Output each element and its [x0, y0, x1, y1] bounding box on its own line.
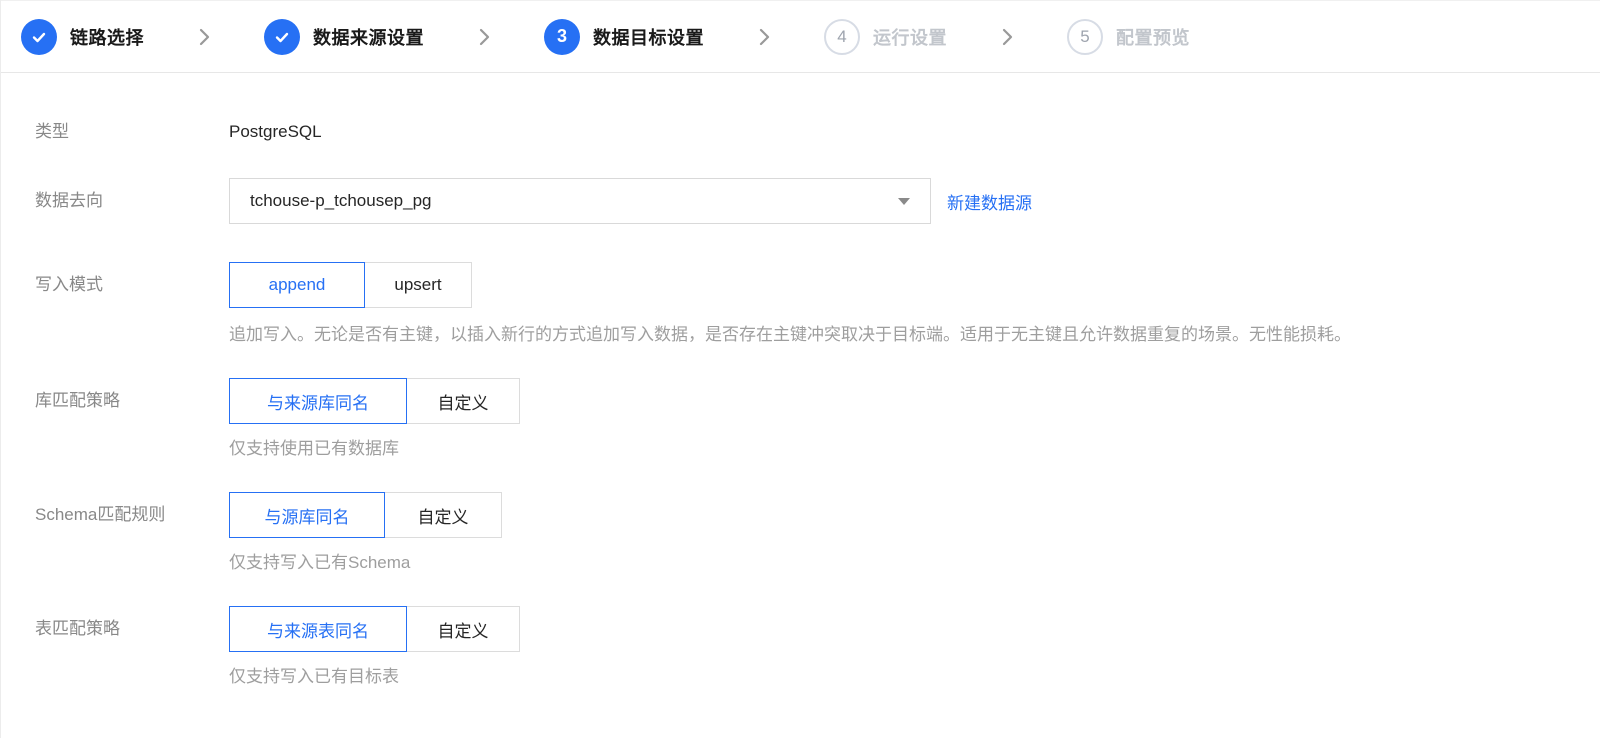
- write-mode-label: 写入模式: [35, 275, 103, 294]
- step-2-label: 数据来源设置: [313, 27, 424, 48]
- data-target-label: 数据去向: [35, 191, 103, 210]
- schema-match-option-same-as-source[interactable]: 与源库同名: [229, 492, 385, 538]
- create-data-source-link[interactable]: 新建数据源: [947, 189, 1032, 214]
- step-5-label: 配置预览: [1116, 27, 1190, 48]
- db-match-segmented-control: 与来源库同名 自定义: [229, 378, 520, 424]
- db-match-hint: 仅支持使用已有数据库: [229, 439, 399, 458]
- step-2-data-source-settings[interactable]: 数据来源设置: [264, 18, 424, 55]
- step-2-check-icon: [264, 18, 300, 55]
- dropdown-caret-icon: [898, 198, 910, 205]
- wizard-page: 链路选择 数据来源设置 3 数据目标设置 4 运行设置 5 配置预览 类型 Po…: [0, 0, 1600, 738]
- db-match-option-same-as-source[interactable]: 与来源库同名: [229, 378, 407, 424]
- chevron-right-icon: [999, 26, 1015, 48]
- step-5-number-badge: 5: [1067, 18, 1103, 55]
- target-settings-form: 类型 PostgreSQL 数据去向 tchouse-p_tchousep_pg…: [1, 73, 1600, 728]
- type-label: 类型: [35, 122, 69, 141]
- form-row-type: 类型 PostgreSQL: [35, 121, 1600, 143]
- schema-match-hint: 仅支持写入已有Schema: [229, 553, 411, 572]
- table-match-option-same-as-source[interactable]: 与来源表同名: [229, 606, 407, 652]
- step-3-label: 数据目标设置: [593, 27, 704, 48]
- write-mode-option-append[interactable]: append: [229, 262, 365, 308]
- step-1-check-icon: [21, 18, 57, 55]
- step-4-label: 运行设置: [873, 27, 947, 48]
- schema-match-option-custom[interactable]: 自定义: [384, 492, 502, 538]
- form-row-db-match-strategy: 库匹配策略 与来源库同名 自定义 仅支持使用已有数据库: [35, 378, 1600, 460]
- step-4-run-settings: 4 运行设置: [824, 18, 947, 55]
- wizard-step-bar: 链路选择 数据来源设置 3 数据目标设置 4 运行设置 5 配置预览: [1, 0, 1600, 73]
- db-match-option-custom[interactable]: 自定义: [406, 378, 520, 424]
- db-match-label: 库匹配策略: [35, 391, 120, 410]
- chevron-right-icon: [476, 26, 492, 48]
- form-row-data-target: 数据去向 tchouse-p_tchousep_pg 新建数据源: [35, 178, 1600, 224]
- step-1-label: 链路选择: [70, 27, 144, 48]
- step-3-data-target-settings: 3 数据目标设置: [544, 18, 704, 55]
- table-match-label: 表匹配策略: [35, 619, 120, 638]
- step-5-config-preview: 5 配置预览: [1067, 18, 1190, 55]
- schema-match-segmented-control: 与源库同名 自定义: [229, 492, 502, 538]
- chevron-right-icon: [756, 26, 772, 48]
- table-match-option-custom[interactable]: 自定义: [406, 606, 520, 652]
- data-source-selected-value: tchouse-p_tchousep_pg: [250, 191, 432, 210]
- write-mode-option-upsert[interactable]: upsert: [364, 262, 472, 308]
- chevron-right-icon: [196, 26, 212, 48]
- step-4-number-badge: 4: [824, 18, 860, 55]
- write-mode-description: 追加写入。无论是否有主键，以插入新行的方式追加写入数据，是否存在主键冲突取决于目…: [229, 325, 1351, 344]
- table-match-hint: 仅支持写入已有目标表: [229, 667, 399, 686]
- step-1-link-selection[interactable]: 链路选择: [21, 18, 144, 55]
- data-source-select[interactable]: tchouse-p_tchousep_pg: [229, 178, 931, 224]
- form-row-schema-match-rule: Schema匹配规则 与源库同名 自定义 仅支持写入已有Schema: [35, 492, 1600, 574]
- form-row-table-match-strategy: 表匹配策略 与来源表同名 自定义 仅支持写入已有目标表: [35, 606, 1600, 688]
- table-match-segmented-control: 与来源表同名 自定义: [229, 606, 520, 652]
- write-mode-segmented-control: append upsert: [229, 262, 1351, 308]
- type-value: PostgreSQL: [229, 122, 322, 141]
- step-3-number-badge: 3: [544, 18, 580, 55]
- form-row-write-mode: 写入模式 append upsert 追加写入。无论是否有主键，以插入新行的方式…: [35, 262, 1600, 346]
- schema-match-label: Schema匹配规则: [35, 505, 166, 524]
